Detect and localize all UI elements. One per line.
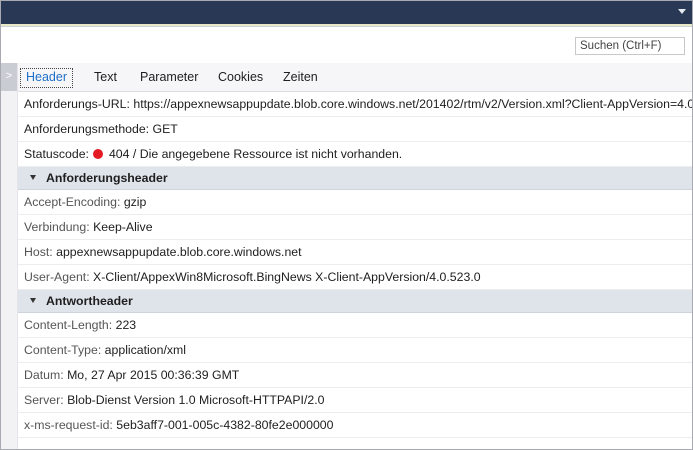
tab-bar: Header Text Parameter Cookies Zeiten	[18, 63, 692, 92]
header-details: Anforderungs-URL: https://appexnewsappup…	[18, 92, 692, 438]
header-key: x-ms-request-id:	[24, 418, 113, 432]
status-code-row: Statuscode: 404 / Die angegebene Ressourc…	[18, 142, 692, 167]
request-method-value: GET	[152, 122, 178, 136]
request-method-label: Anforderungsmethode:	[24, 122, 150, 136]
network-details-panel: > Header Text Parameter Cookies Zeiten A…	[0, 0, 693, 450]
request-method-row: Anforderungsmethode: GET	[18, 117, 692, 142]
header-row: Host: appexnewsappupdate.blob.core.windo…	[18, 240, 692, 265]
tab-zeiten[interactable]: Zeiten	[278, 69, 323, 87]
request-headers-title: Anforderungsheader	[46, 171, 168, 185]
response-headers-title: Antwortheader	[46, 294, 133, 308]
request-headers-section[interactable]: Anforderungsheader	[18, 167, 692, 190]
request-url-label: Anforderungs-URL:	[24, 97, 130, 111]
status-code-label: Statuscode:	[24, 147, 89, 161]
header-key: Host:	[24, 245, 53, 259]
collapse-triangle-icon	[30, 298, 36, 304]
header-row: Datum: Mo, 27 Apr 2015 00:36:39 GMT	[18, 363, 692, 388]
chevron-right-icon: >	[5, 70, 13, 82]
collapse-triangle-icon	[30, 175, 36, 181]
header-row: Verbindung: Keep-Alive	[18, 215, 692, 240]
tab-parameter[interactable]: Parameter	[135, 69, 203, 87]
header-key: User-Agent:	[24, 270, 90, 284]
header-value: 223	[115, 318, 137, 332]
tab-text[interactable]: Text	[89, 69, 122, 87]
expand-panel-button[interactable]: >	[1, 63, 17, 91]
header-key: Accept-Encoding:	[24, 195, 121, 209]
response-headers-section[interactable]: Antwortheader	[18, 290, 692, 313]
left-gutter	[1, 63, 18, 449]
request-url-row: Anforderungs-URL: https://appexnewsappup…	[18, 92, 692, 117]
header-key: Datum:	[24, 368, 64, 382]
header-key: Content-Length:	[24, 318, 113, 332]
header-row: x-ms-request-id: 5eb3aff7-001-005c-4382-…	[18, 413, 692, 438]
tab-cookies[interactable]: Cookies	[213, 69, 268, 87]
chevron-down-icon[interactable]	[678, 9, 686, 14]
status-error-icon	[92, 148, 103, 159]
header-row: Accept-Encoding: gzip	[18, 190, 692, 215]
header-value: Mo, 27 Apr 2015 00:36:39 GMT	[67, 368, 240, 382]
header-row: Server: Blob-Dienst Version 1.0 Microsof…	[18, 388, 692, 413]
header-value: appexnewsappupdate.blob.core.windows.net	[56, 245, 302, 259]
header-key: Verbindung:	[24, 220, 90, 234]
status-code-value: 404 / Die angegebene Ressource ist nicht…	[108, 147, 403, 161]
header-row: User-Agent: X-Client/AppexWin8Microsoft.…	[18, 265, 692, 290]
divider	[1, 26, 692, 27]
header-row: Content-Type: application/xml	[18, 338, 692, 363]
header-value: application/xml	[104, 343, 187, 357]
header-value: gzip	[123, 195, 147, 209]
request-url-value: https://appexnewsappupdate.blob.core.win…	[133, 97, 692, 111]
search-input[interactable]	[575, 37, 685, 55]
header-value: 5eb3aff7-001-005c-4382-80fe2e000000	[116, 418, 334, 432]
tab-header[interactable]: Header	[20, 68, 73, 88]
header-value: Blob-Dienst Version 1.0 Microsoft-HTTPAP…	[67, 393, 325, 407]
title-bar	[1, 1, 692, 24]
header-value: Keep-Alive	[93, 220, 153, 234]
header-row: Content-Length: 223	[18, 313, 692, 338]
header-key: Content-Type:	[24, 343, 102, 357]
header-value: X-Client/AppexWin8Microsoft.BingNews X-C…	[93, 270, 481, 284]
header-key: Server:	[24, 393, 64, 407]
